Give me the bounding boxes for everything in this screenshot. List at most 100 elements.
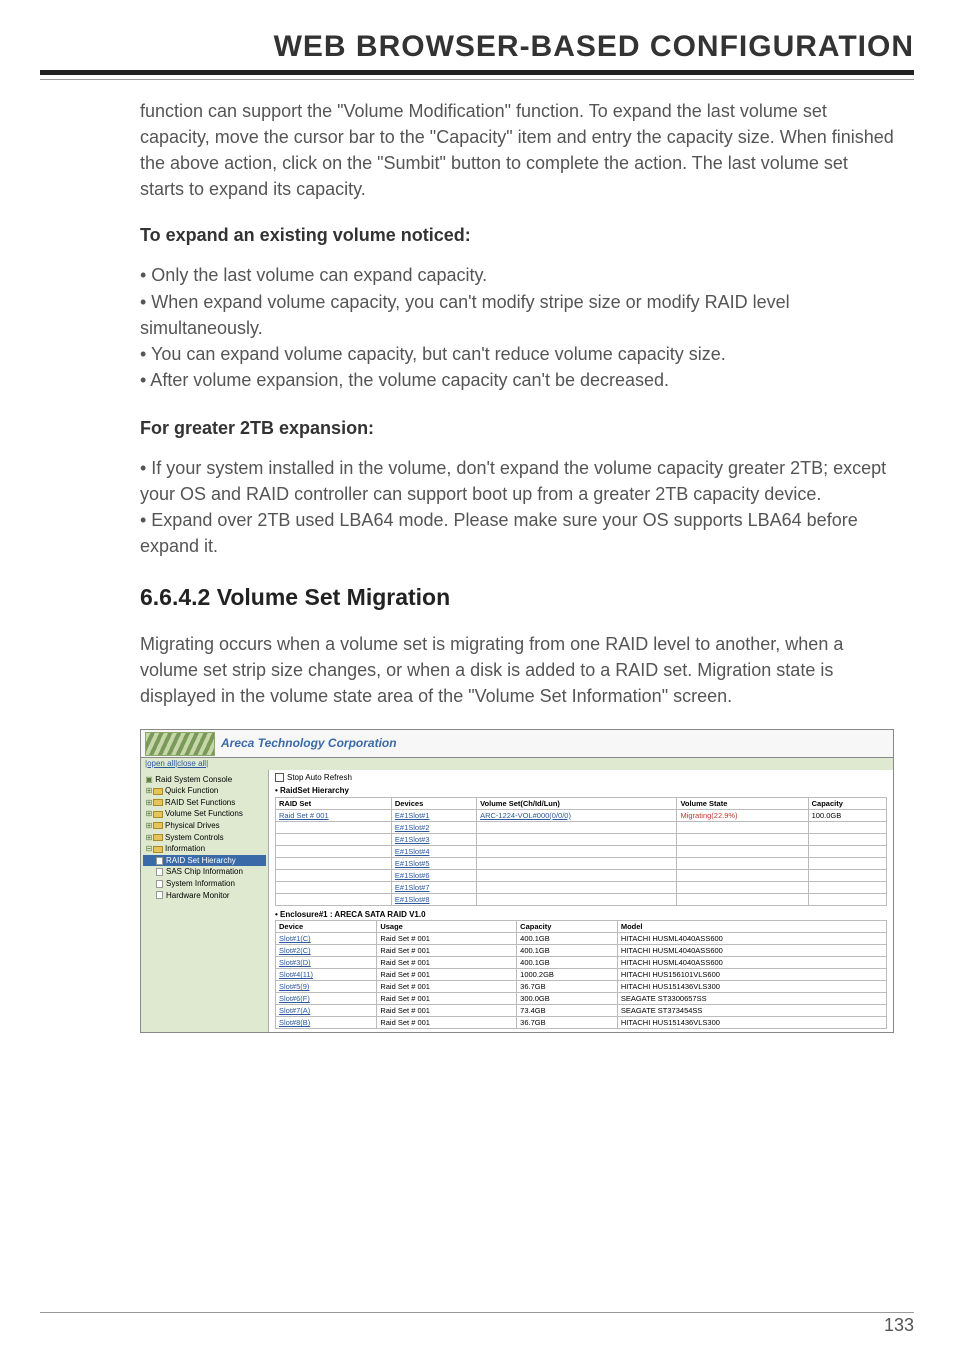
- nav-tree: ▣ Raid System Console ⊞Quick Function ⊞R…: [141, 770, 269, 1033]
- table-row: E#1Slot#7: [276, 881, 887, 893]
- nav-root[interactable]: ▣ Raid System Console: [143, 774, 266, 786]
- usage-cell: Raid Set # 001: [377, 981, 517, 993]
- enclosure-table: Device Usage Capacity Model Slot#1(C) Rai…: [275, 920, 887, 1029]
- page-icon: [156, 891, 163, 899]
- slot-link[interactable]: Slot#6(F): [279, 994, 310, 1003]
- slot-link[interactable]: Slot#5(9): [279, 982, 309, 991]
- nav-item[interactable]: System Information: [143, 878, 266, 890]
- banner-title: Areca Technology Corporation: [219, 736, 397, 750]
- slot-link[interactable]: Slot#1(C): [279, 934, 311, 943]
- table-row: Slot#2(C) Raid Set # 001400.1GBHITACHI HU…: [276, 945, 887, 957]
- capacity-cell: 1000.2GB: [517, 969, 618, 981]
- expand-icon[interactable]: ⊞: [145, 833, 153, 843]
- folder-icon: [153, 799, 163, 806]
- col-model: Model: [617, 921, 886, 933]
- model-cell: HITACHI HUS156101VLS600: [617, 969, 886, 981]
- device-link[interactable]: E#1Slot#3: [395, 835, 430, 844]
- device-link[interactable]: E#1Slot#2: [395, 823, 430, 832]
- capacity-cell: 400.1GB: [517, 957, 618, 969]
- bullet: • If your system installed in the volume…: [140, 455, 894, 507]
- capacity-cell: 400.1GB: [517, 945, 618, 957]
- bullets-2tb: • If your system installed in the volume…: [140, 455, 894, 559]
- open-close-all[interactable]: |open all|close all|: [141, 758, 893, 770]
- table-header-row: Device Usage Capacity Model: [276, 921, 887, 933]
- table-row: Slot#4(11) Raid Set # 0011000.2GBHITACHI …: [276, 969, 887, 981]
- model-cell: HITACHI HUS151436VLS300: [617, 981, 886, 993]
- col-volset: Volume Set(Ch/Id/Lun): [477, 797, 677, 809]
- col-devices: Devices: [391, 797, 476, 809]
- usage-cell: Raid Set # 001: [377, 945, 517, 957]
- capacity-cell: 100.0GB: [808, 809, 886, 821]
- folder-icon: [153, 834, 163, 841]
- model-cell: HITACHI HUSML4040ASS600: [617, 957, 886, 969]
- slot-link[interactable]: Slot#3(D): [279, 958, 311, 967]
- expand-icon[interactable]: ⊞: [145, 798, 153, 808]
- device-link[interactable]: E#1Slot#7: [395, 883, 430, 892]
- slot-link[interactable]: Slot#2(C): [279, 946, 311, 955]
- model-cell: SEAGATE ST373454SS: [617, 1005, 886, 1017]
- volume-state: Migrating(22.9%): [680, 811, 737, 820]
- nav-item[interactable]: ⊞Physical Drives: [143, 820, 266, 832]
- section-title: 6.6.4.2 Volume Set Migration: [140, 581, 894, 614]
- col-capacity: Capacity: [808, 797, 886, 809]
- device-link[interactable]: E#1Slot#6: [395, 871, 430, 880]
- capacity-cell: 400.1GB: [517, 933, 618, 945]
- capacity-cell: 36.7GB: [517, 981, 618, 993]
- bullet: • You can expand volume capacity, but ca…: [140, 341, 894, 367]
- shot-main: Stop Auto Refresh • RaidSet Hierarchy RA…: [269, 770, 893, 1033]
- capacity-cell: 36.7GB: [517, 1017, 618, 1029]
- nav-item[interactable]: SAS Chip Information: [143, 866, 266, 878]
- banner: Areca Technology Corporation: [141, 730, 893, 758]
- content: function can support the "Volume Modific…: [40, 98, 914, 1033]
- table-row: E#1Slot#2: [276, 821, 887, 833]
- nav-item[interactable]: ⊞Quick Function: [143, 785, 266, 797]
- raidset-hierarchy-header: • RaidSet Hierarchy: [275, 786, 887, 796]
- model-cell: HITACHI HUS151436VLS300: [617, 1017, 886, 1029]
- intro-paragraph: function can support the "Volume Modific…: [140, 98, 894, 202]
- collapse-icon[interactable]: ⊟: [145, 844, 153, 854]
- capacity-cell: 300.0GB: [517, 993, 618, 1005]
- stop-refresh[interactable]: Stop Auto Refresh: [275, 773, 887, 783]
- nav-item[interactable]: Hardware Monitor: [143, 890, 266, 902]
- raidset-link[interactable]: Raid Set # 001: [279, 811, 329, 820]
- device-link[interactable]: E#1Slot#8: [395, 895, 430, 904]
- volset-link[interactable]: ARC-1224-VOL#000(0/0/0): [480, 811, 571, 820]
- subhead-2tb: For greater 2TB expansion:: [140, 415, 894, 441]
- table-row: Slot#8(B) Raid Set # 00136.7GBHITACHI HUS…: [276, 1017, 887, 1029]
- usage-cell: Raid Set # 001: [377, 969, 517, 981]
- expand-icon[interactable]: ⊞: [145, 786, 153, 796]
- subhead-expand: To expand an existing volume noticed:: [140, 222, 894, 248]
- usage-cell: Raid Set # 001: [377, 933, 517, 945]
- expand-icon[interactable]: ⊞: [145, 821, 153, 831]
- bullet: • When expand volume capacity, you can't…: [140, 289, 894, 341]
- table-row: E#1Slot#8: [276, 893, 887, 905]
- col-raidset: RAID Set: [276, 797, 392, 809]
- slot-link[interactable]: Slot#4(11): [279, 970, 313, 979]
- slot-link[interactable]: Slot#8(B): [279, 1018, 310, 1027]
- section-paragraph: Migrating occurs when a volume set is mi…: [140, 631, 894, 709]
- usage-cell: Raid Set # 001: [377, 957, 517, 969]
- device-link[interactable]: E#1Slot#4: [395, 847, 430, 856]
- expand-icon[interactable]: ⊞: [145, 809, 153, 819]
- checkbox[interactable]: [275, 773, 284, 782]
- embedded-screenshot: Areca Technology Corporation |open all|c…: [140, 729, 894, 1033]
- device-link[interactable]: E#1Slot#5: [395, 859, 430, 868]
- nav-item[interactable]: ⊟Information: [143, 843, 266, 855]
- raidset-table: RAID Set Devices Volume Set(Ch/Id/Lun) V…: [275, 797, 887, 906]
- slot-link[interactable]: Slot#7(A): [279, 1006, 310, 1015]
- model-cell: HITACHI HUSML4040ASS600: [617, 945, 886, 957]
- nav-item[interactable]: ⊞System Controls: [143, 832, 266, 844]
- table-row: Raid Set # 001 E#1Slot#1 ARC-1224-VOL#00…: [276, 809, 887, 821]
- device-link[interactable]: E#1Slot#1: [395, 811, 430, 820]
- nav-item[interactable]: ⊞RAID Set Functions: [143, 797, 266, 809]
- table-row: Slot#7(A)Raid Set # 00173.4GBSEAGATE ST3…: [276, 1005, 887, 1017]
- enclosure-header: • Enclosure#1 : ARECA SATA RAID V1.0: [275, 910, 887, 920]
- cube-icon: ▣: [145, 775, 153, 785]
- nav-item[interactable]: ⊞Volume Set Functions: [143, 808, 266, 820]
- shot-body: ▣ Raid System Console ⊞Quick Function ⊞R…: [141, 770, 893, 1033]
- nav-item-selected[interactable]: RAID Set Hierarchy: [143, 855, 266, 867]
- model-cell: SEAGATE ST3300657SS: [617, 993, 886, 1005]
- usage-cell: Raid Set # 001: [377, 1017, 517, 1029]
- page-title: WEB BROWSER-BASED CONFIGURATION: [40, 30, 914, 75]
- col-capacity: Capacity: [517, 921, 618, 933]
